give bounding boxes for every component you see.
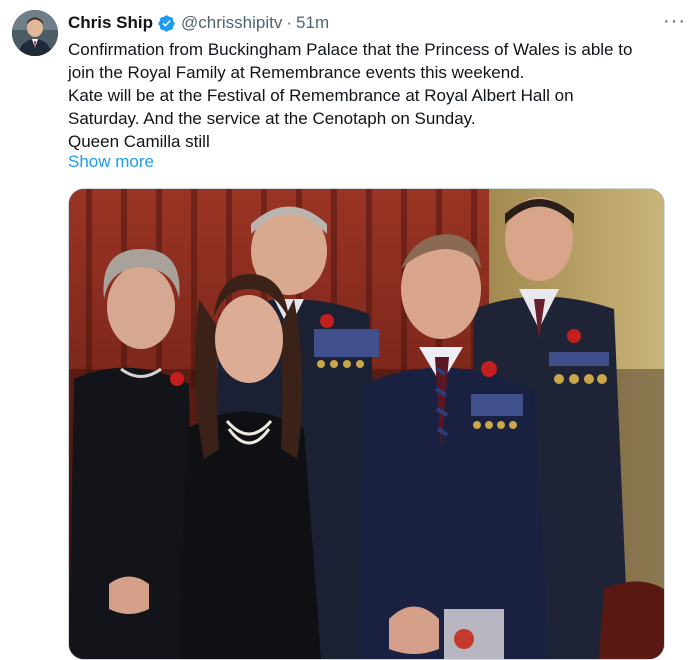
author-name[interactable]: Chris Ship <box>68 13 153 33</box>
profile-photo <box>12 10 58 56</box>
separator-dot: · <box>286 13 293 32</box>
avatar[interactable] <box>12 10 58 56</box>
tweet-line: Confirmation from Buckingham Palace that… <box>68 40 633 59</box>
tweet-line: Queen Camilla still <box>68 132 210 151</box>
tweet-line: join the Royal Family at Remembrance eve… <box>68 63 525 82</box>
show-more-link[interactable]: Show more <box>68 152 154 172</box>
tweet-photo[interactable] <box>68 188 665 660</box>
author-handle[interactable]: @chrisshipitv <box>181 13 282 33</box>
verified-badge-icon <box>158 14 175 32</box>
tweet-header: Chris Ship @chrisshipitv · 51m ··· <box>68 11 686 35</box>
timestamp[interactable]: 51m <box>296 13 329 33</box>
tweet-text: Confirmation from Buckingham Palace that… <box>68 38 680 153</box>
tweet-line: Kate will be at the Festival of Remembra… <box>68 86 574 105</box>
tweet-line: Saturday. And the service at the Cenotap… <box>68 109 476 128</box>
more-horizontal-icon[interactable]: ··· <box>663 11 686 31</box>
royal-family-photo <box>69 189 664 659</box>
